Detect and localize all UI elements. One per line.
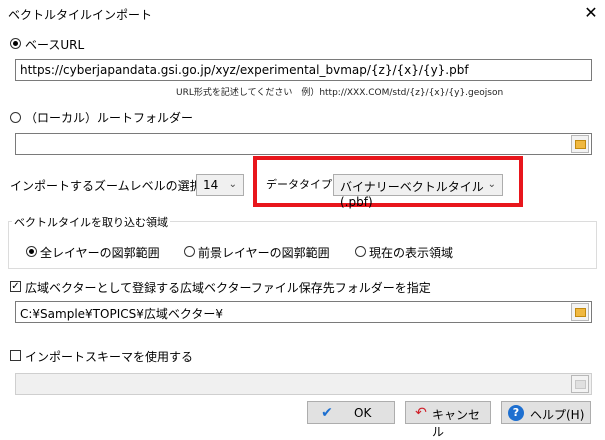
range-option-foreground-radio[interactable] xyxy=(184,246,195,257)
range-option-foreground: 前景レイヤーの図郭範囲 xyxy=(198,246,330,260)
zoom-value: 14 xyxy=(203,178,219,192)
local-folder-label: （ローカル）ルートフォルダー xyxy=(25,111,194,125)
schema-input xyxy=(15,373,592,395)
cancel-label: キャンセル xyxy=(432,408,481,439)
check-icon: ✔ xyxy=(321,405,333,421)
range-option-current: 現在の表示領域 xyxy=(369,246,454,260)
base-url-input[interactable]: https://cyberjapandata.gsi.go.jp/xyz/exp… xyxy=(15,59,592,81)
help-button[interactable]: ? ヘルプ(H) xyxy=(501,401,591,424)
data-type-select[interactable]: バイナリーベクトルタイル (.pbf) ⌄ xyxy=(333,174,503,209)
base-url-radio[interactable] xyxy=(10,38,21,49)
undo-icon: ↶ xyxy=(415,405,427,421)
local-folder-input[interactable] xyxy=(15,133,592,155)
wide-vector-folder-input[interactable]: C:¥Sample¥TOPICS¥広域ベクター¥ xyxy=(15,301,592,323)
cancel-button[interactable]: ↶ キャンセル xyxy=(405,401,491,439)
wide-vector-checkbox[interactable]: ✓ xyxy=(10,281,21,292)
folder-browse-icon xyxy=(571,375,589,393)
schema-checkbox[interactable] xyxy=(10,350,21,361)
ok-label: OK xyxy=(354,406,372,420)
local-folder-radio[interactable] xyxy=(10,112,21,123)
zoom-label: インポートするズームレベルの選択 xyxy=(10,179,202,193)
folder-browse-icon[interactable] xyxy=(571,303,589,321)
range-option-all: 全レイヤーの図郭範囲 xyxy=(40,246,160,260)
close-icon[interactable]: ✕ xyxy=(580,3,602,23)
help-label: ヘルプ(H) xyxy=(530,408,585,422)
data-type-label: データタイプ xyxy=(266,178,332,191)
window-title: ベクトルタイルインポート xyxy=(8,8,153,22)
ok-button[interactable]: ✔ OK xyxy=(307,401,395,424)
range-option-all-radio[interactable] xyxy=(26,246,37,257)
base-url-label: ベースURL xyxy=(25,38,85,52)
base-url-hint: URL形式を記述してください 例）http://XXX.COM/std/{z}/… xyxy=(176,88,504,98)
zoom-select[interactable]: 14 ⌄ xyxy=(196,174,244,196)
help-icon: ? xyxy=(508,405,524,421)
schema-label: インポートスキーマを使用する xyxy=(25,350,194,364)
chevron-down-icon: ⌄ xyxy=(228,179,237,190)
wide-vector-label: 広域ベクターとして登録する xyxy=(25,281,181,295)
chevron-down-icon: ⌄ xyxy=(487,179,496,190)
range-group-label: ベクトルタイルを取り込む領域 xyxy=(12,214,170,230)
range-option-current-radio[interactable] xyxy=(355,246,366,257)
folder-browse-icon[interactable] xyxy=(571,135,589,153)
wide-vector-folder-label: 広域ベクターファイル保存先フォルダーを指定 xyxy=(180,281,431,295)
